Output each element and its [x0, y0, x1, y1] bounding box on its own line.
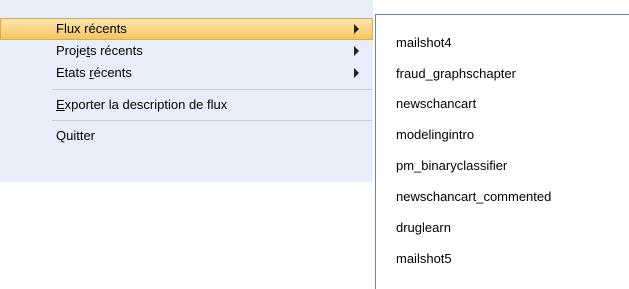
submenu-item[interactable]: pm_binaryclassifier — [396, 158, 507, 174]
menu-item-label: Projets récents — [56, 43, 143, 58]
submenu-item[interactable]: druglearn — [396, 220, 451, 236]
menu-item-label: Quitter — [56, 128, 96, 143]
menu-item-quit[interactable]: Quitter — [0, 125, 373, 147]
submenu-arrow-icon — [354, 68, 359, 78]
screen: Flux récents Projets récents Etats récen… — [0, 0, 629, 289]
menu-separator — [52, 89, 373, 90]
submenu-item[interactable]: fraud_graphschapter — [396, 66, 516, 82]
menu-item-export-stream-description[interactable]: Exporter la description de flux — [0, 94, 373, 116]
submenu-arrow-icon — [354, 46, 359, 56]
context-menu: Flux récents Projets récents Etats récen… — [0, 0, 373, 182]
submenu-item[interactable]: mailshot5 — [396, 251, 452, 267]
menu-item-recent-projects[interactable]: Projets récents — [0, 40, 373, 62]
menu-item-label: Etats récents — [56, 65, 132, 80]
menu-item-label: Exporter la description de flux — [56, 97, 228, 112]
menu-separator — [52, 120, 373, 121]
submenu-arrow-icon — [354, 24, 359, 34]
menu-item-recent-streams[interactable]: Flux récents — [0, 18, 373, 40]
submenu-item[interactable]: modelingintro — [396, 127, 474, 143]
submenu-item[interactable]: newschancart_commented — [396, 189, 551, 205]
menu-item-recent-states[interactable]: Etats récents — [0, 62, 373, 84]
menu-item-label: Flux récents — [56, 21, 127, 36]
recent-streams-submenu: mailshot4 fraud_graphschapter newschanca… — [375, 14, 629, 289]
submenu-item[interactable]: newschancart — [396, 96, 476, 112]
accelerator-key: E — [56, 97, 65, 112]
submenu-item[interactable]: mailshot4 — [396, 35, 452, 51]
